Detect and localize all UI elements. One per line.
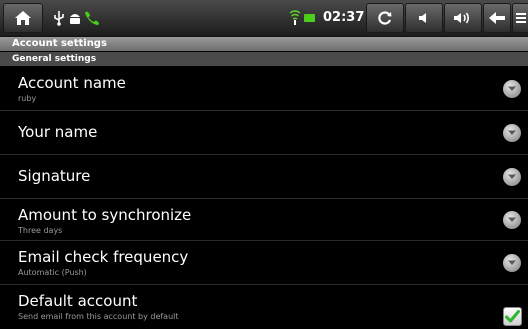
menu-icon <box>515 13 526 23</box>
setting-title: Account name <box>18 74 126 92</box>
check-frequency-setting[interactable]: Email check frequency Automatic (Push) <box>0 241 528 285</box>
chevron-down-icon[interactable] <box>503 210 521 229</box>
clock: 02:37 <box>323 10 365 25</box>
home-button[interactable] <box>3 3 43 33</box>
menu-button[interactable] <box>512 3 528 33</box>
default-account-setting[interactable]: Default account Send email from this acc… <box>0 285 528 329</box>
setting-title: Signature <box>18 167 91 185</box>
settings-list: Account name ruby Your name Signature Am… <box>0 67 528 329</box>
setting-summary: ruby <box>18 94 37 103</box>
refresh-button[interactable] <box>366 3 404 33</box>
chevron-down-icon[interactable] <box>503 123 521 142</box>
battery-icon <box>304 14 315 22</box>
setting-summary: Three days <box>18 226 63 235</box>
checkmark-icon <box>505 310 520 323</box>
signature-setting[interactable]: Signature <box>0 155 528 199</box>
chevron-down-icon[interactable] <box>503 167 521 186</box>
setting-summary: Automatic (Push) <box>18 268 87 277</box>
chevron-down-icon[interactable] <box>503 253 521 272</box>
setting-title: Email check frequency <box>18 248 189 266</box>
back-button[interactable] <box>483 3 511 33</box>
status-bar: 02:37 <box>0 0 528 37</box>
chevron-down-icon[interactable] <box>503 79 521 98</box>
page-title: Account settings <box>0 37 528 51</box>
account-name-setting[interactable]: Account name ruby <box>0 67 528 111</box>
your-name-setting[interactable]: Your name <box>0 111 528 155</box>
default-account-checkbox[interactable] <box>503 307 522 326</box>
volume-up-button[interactable] <box>444 3 482 33</box>
notification-icons[interactable] <box>52 0 101 36</box>
phone-icon <box>85 11 99 25</box>
refresh-icon <box>378 11 392 25</box>
section-header: General settings <box>0 52 528 66</box>
back-icon <box>489 12 505 24</box>
sync-amount-setting[interactable]: Amount to synchronize Three days <box>0 199 528 241</box>
setting-summary: Send email from this account by default <box>18 312 179 321</box>
usb-icon <box>54 11 64 26</box>
android-icon <box>70 14 80 24</box>
setting-title: Your name <box>18 123 98 141</box>
volume-down-icon <box>419 13 426 23</box>
home-icon <box>15 11 31 25</box>
setting-title: Amount to synchronize <box>18 206 192 224</box>
wifi-icon <box>289 10 301 25</box>
setting-title: Default account <box>18 292 138 310</box>
volume-down-button[interactable] <box>405 3 443 33</box>
volume-up-icon <box>454 12 470 24</box>
